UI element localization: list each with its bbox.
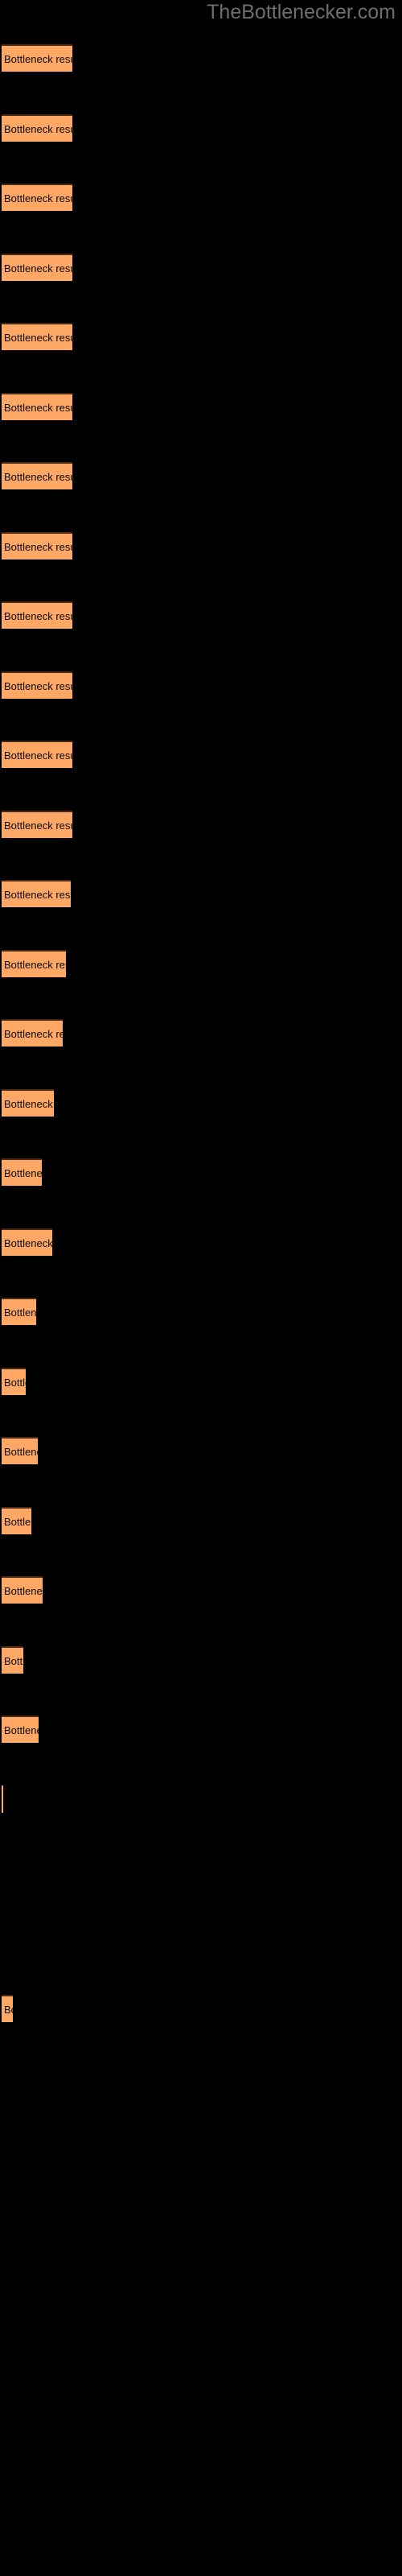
bar[interactable]: Bottleneck result — [2, 1298, 36, 1325]
bar[interactable]: Bottleneck result — [2, 393, 72, 420]
bar-label: Bottleneck result — [4, 1516, 31, 1528]
bar-label: Bottleneck result — [4, 1167, 42, 1179]
bar[interactable]: Bottleneck result — [2, 1715, 39, 1743]
bar-label: Bottleneck result — [4, 1098, 54, 1110]
bar[interactable]: Bottleneck result — [2, 1437, 38, 1464]
bar-label: Bottleneck result — [4, 192, 72, 204]
bar[interactable]: Bottleneck result — [2, 532, 72, 559]
bar[interactable]: Bottleneck result — [2, 114, 72, 142]
bar[interactable]: Bottleneck result — [2, 880, 71, 907]
bar-label: Bottleneck result — [4, 610, 72, 622]
bar[interactable]: Bottleneck result — [2, 601, 72, 629]
bar[interactable]: Bottleneck result — [2, 741, 72, 768]
bar[interactable]: Bottleneck result — [2, 1785, 3, 1813]
bar-label: Bottleneck result — [4, 402, 72, 414]
bar-label: Bottleneck result — [4, 1655, 23, 1667]
bar[interactable]: Bottleneck result — [2, 184, 72, 211]
bar[interactable]: Bottleneck result — [2, 44, 72, 72]
bar-label: Bottleneck result — [4, 53, 72, 65]
bar[interactable]: Bottleneck result — [2, 1228, 52, 1256]
bar-series: Bottleneck result Bottleneck result Bottle… — [0, 0, 402, 2576]
bar[interactable]: Bottleneck result — [2, 1368, 26, 1395]
bar[interactable]: Bottleneck result — [2, 323, 72, 350]
bar-label: Bottleneck result — [4, 471, 72, 483]
bar[interactable]: Bottleneck result — [2, 1158, 42, 1186]
bar-label: Bottleneck result — [4, 1028, 63, 1040]
bar[interactable]: Bottleneck result — [2, 1576, 43, 1604]
bar-label: Bottleneck result — [4, 959, 66, 971]
bar-label: Bottleneck result — [4, 680, 72, 692]
bar[interactable]: Bottleneck result — [2, 1507, 31, 1534]
bottleneck-chart: TheBottlenecker.com Bottleneck resultBot… — [0, 0, 402, 2576]
bar[interactable]: Bottleneck result — [2, 1646, 23, 1674]
bar-label: Bottleneck result — [4, 889, 71, 901]
bar-label: Bottleneck result — [4, 2004, 13, 2016]
bar-label: Bottleneck result — [4, 1585, 43, 1597]
bar-label: Bottleneck result — [4, 1237, 52, 1249]
bar[interactable]: Bottleneck result — [2, 1995, 13, 2022]
bar-label: Bottleneck result — [4, 1724, 39, 1736]
bar-label: Bottleneck result — [4, 332, 72, 344]
bar-label: Bottleneck result — [4, 749, 72, 762]
bar[interactable]: Bottleneck result — [2, 462, 72, 489]
bar-label: Bottleneck result — [4, 1307, 36, 1319]
bar[interactable]: Bottleneck result — [2, 1019, 63, 1046]
bar-label: Bottleneck result — [4, 123, 72, 135]
bar-label: Bottleneck result — [4, 541, 72, 553]
bar[interactable]: Bottleneck result — [2, 1089, 54, 1117]
bar-label: Bottleneck result — [4, 1446, 38, 1458]
bar-label: Bottleneck result — [4, 819, 72, 832]
bar[interactable]: Bottleneck result — [2, 811, 72, 838]
bar-label: Bottleneck result — [4, 1377, 26, 1389]
bar[interactable]: Bottleneck result — [2, 254, 72, 281]
bar[interactable]: Bottleneck result — [2, 671, 72, 699]
bar[interactable]: Bottleneck result — [2, 950, 66, 977]
bar-label: Bottleneck result — [4, 262, 72, 275]
